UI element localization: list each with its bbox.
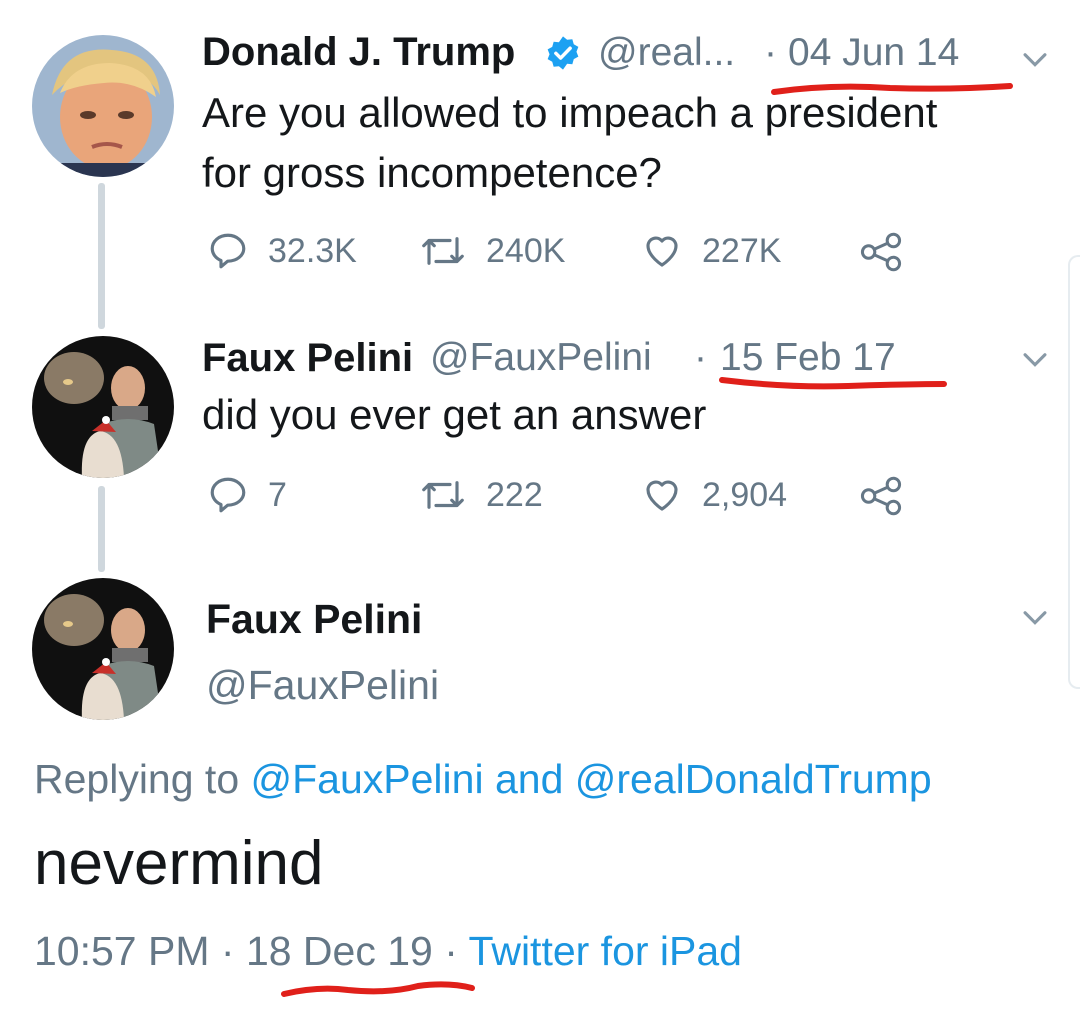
avatar[interactable]: [32, 336, 174, 478]
author-name[interactable]: Faux Pelini: [202, 336, 413, 381]
tweet-meta: 10:57 PM · 18 Dec 19 · Twitter for iPad: [34, 928, 742, 975]
chevron-down-icon[interactable]: [1018, 342, 1052, 376]
replying-prefix: Replying to: [34, 756, 251, 802]
tweet-text: did you ever get an answer: [202, 391, 707, 438]
tweet-text-line: for gross incompetence?: [202, 149, 662, 196]
author-name[interactable]: Faux Pelini: [206, 596, 422, 643]
red-underline-annotation: [281, 981, 475, 997]
author-handle[interactable]: @real...: [598, 31, 735, 75]
separator-dot: ·: [764, 31, 777, 74]
like-count: 227K: [702, 231, 782, 270]
reply-button[interactable]: 32.3K: [206, 230, 357, 272]
reply-count: 32.3K: [268, 231, 357, 270]
tweet-time: 10:57 PM: [34, 928, 210, 974]
retweet-icon: [422, 481, 464, 509]
tweet-text: nevermind: [34, 829, 324, 898]
thread-line: [98, 486, 105, 572]
retweet-icon: [422, 237, 464, 265]
reply-count: 7: [268, 475, 287, 514]
mention-link[interactable]: @FauxPelini: [251, 756, 484, 802]
mention-link[interactable]: @realDonaldTrump: [575, 756, 932, 802]
tweet-source-link[interactable]: Twitter for iPad: [469, 928, 742, 974]
tweet-text-line: Are you allowed to impeach a president: [202, 89, 938, 136]
author-name[interactable]: Donald J. Trump: [202, 30, 515, 75]
tweet-date[interactable]: 18 Dec 19: [246, 928, 433, 974]
separator-dot: ·: [694, 336, 707, 379]
avatar[interactable]: [32, 35, 174, 177]
reply-button[interactable]: 7: [206, 474, 287, 516]
red-underline-annotation: [719, 377, 947, 390]
author-handle[interactable]: @FauxPelini: [206, 662, 439, 709]
verified-badge-icon: [544, 34, 582, 72]
separator-dot: ·: [209, 928, 246, 974]
tweet-date[interactable]: 04 Jun 14: [788, 31, 959, 75]
share-icon[interactable]: [858, 476, 904, 516]
like-icon: [646, 480, 678, 511]
like-icon: [646, 236, 678, 267]
retweet-count: 240K: [486, 231, 566, 270]
scrollbar[interactable]: [1068, 255, 1080, 689]
thread-line: [98, 183, 105, 329]
like-button[interactable]: 227K: [640, 230, 781, 272]
retweet-button[interactable]: 222: [418, 474, 543, 516]
retweet-button[interactable]: 240K: [418, 230, 565, 272]
like-count: 2,904: [702, 475, 788, 514]
replying-to: Replying to @FauxPelini and @realDonaldT…: [34, 756, 932, 803]
retweet-count: 222: [486, 475, 543, 514]
avatar[interactable]: [32, 578, 174, 720]
reply-icon: [210, 477, 246, 513]
separator-dot: ·: [432, 928, 469, 974]
chevron-down-icon[interactable]: [1018, 42, 1052, 76]
author-handle[interactable]: @FauxPelini: [430, 336, 652, 380]
reply-icon: [210, 233, 246, 269]
share-icon[interactable]: [858, 232, 904, 272]
replying-and: and: [483, 756, 575, 802]
chevron-down-icon[interactable]: [1018, 600, 1052, 634]
like-button[interactable]: 2,904: [640, 474, 787, 516]
